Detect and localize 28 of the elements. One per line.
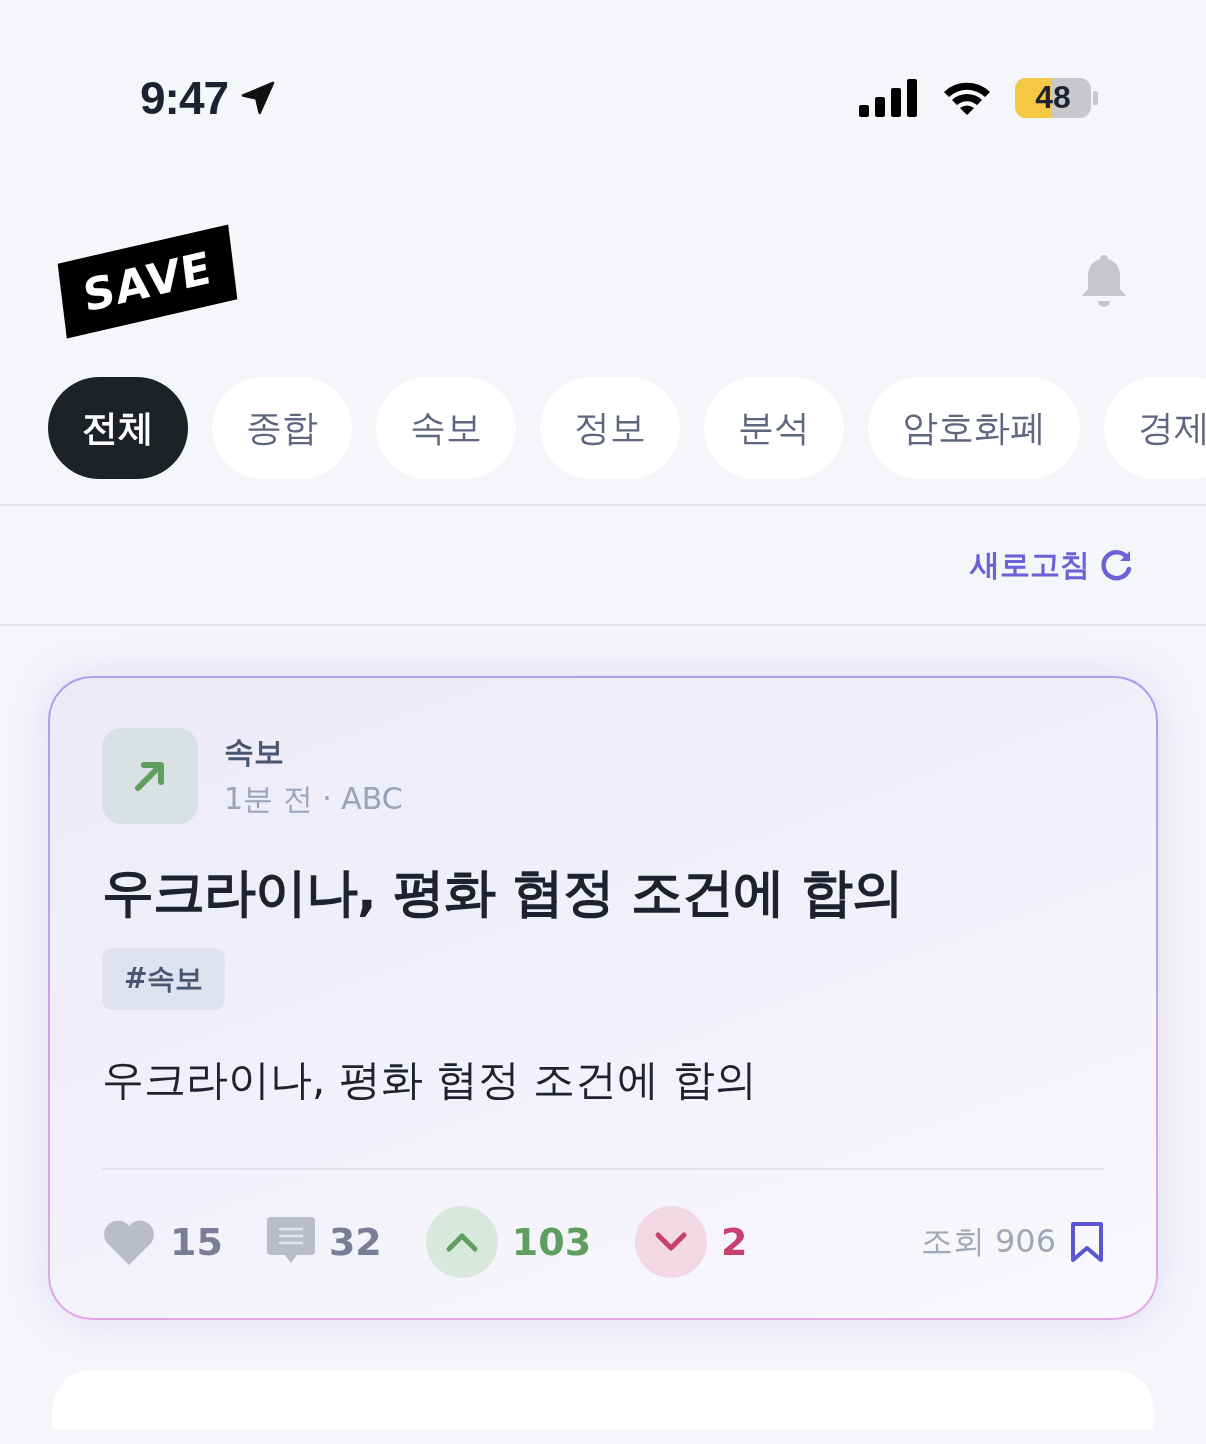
- heart-icon[interactable]: [102, 1218, 156, 1266]
- category-label: 속보: [224, 733, 285, 771]
- refresh-button[interactable]: 새로고침: [964, 543, 1140, 587]
- chevron-up-icon: [444, 1231, 479, 1253]
- hashtag[interactable]: #속보: [102, 948, 226, 1010]
- category-tab[interactable]: 종합: [212, 377, 352, 479]
- summary-text: 우크라이나, 평화 협정 조건에 합의: [102, 1054, 758, 1106]
- category-tab[interactable]: 전체: [48, 377, 188, 479]
- news-card[interactable]: 속보 1분 전 · ABC 우크라이나, 평화 협정 조건에 합의 #속보 우크라이나, 평화 협정 조건에 합의 15 32 103 2 조회 906: [48, 676, 1158, 1320]
- refresh-icon: [1098, 547, 1134, 583]
- category-tab[interactable]: 정보: [540, 377, 680, 479]
- category-tab[interactable]: 암호화폐: [868, 377, 1080, 479]
- category-tab[interactable]: 분석: [704, 377, 844, 479]
- category-tab[interactable]: 속보: [376, 377, 516, 479]
- comment-count: 32: [328, 1220, 382, 1264]
- category-tab[interactable]: 경제: [1104, 377, 1206, 479]
- view-count: 조회 906: [920, 1221, 1056, 1262]
- signal-icon: [859, 78, 919, 117]
- clock-time: 9:47: [140, 70, 229, 125]
- bell-icon[interactable]: [1080, 253, 1128, 309]
- upvote-count: 103: [511, 1220, 592, 1264]
- downvote-count: 2: [721, 1220, 748, 1264]
- like-count: 15: [170, 1220, 223, 1264]
- time-source: 1분 전 · ABC: [224, 780, 403, 818]
- headline: 우크라이나, 평화 협정 조건에 합의: [102, 861, 905, 924]
- chevron-down-icon: [654, 1231, 689, 1253]
- bookmark-icon[interactable]: [1070, 1221, 1104, 1263]
- logo: SAVE: [57, 223, 238, 339]
